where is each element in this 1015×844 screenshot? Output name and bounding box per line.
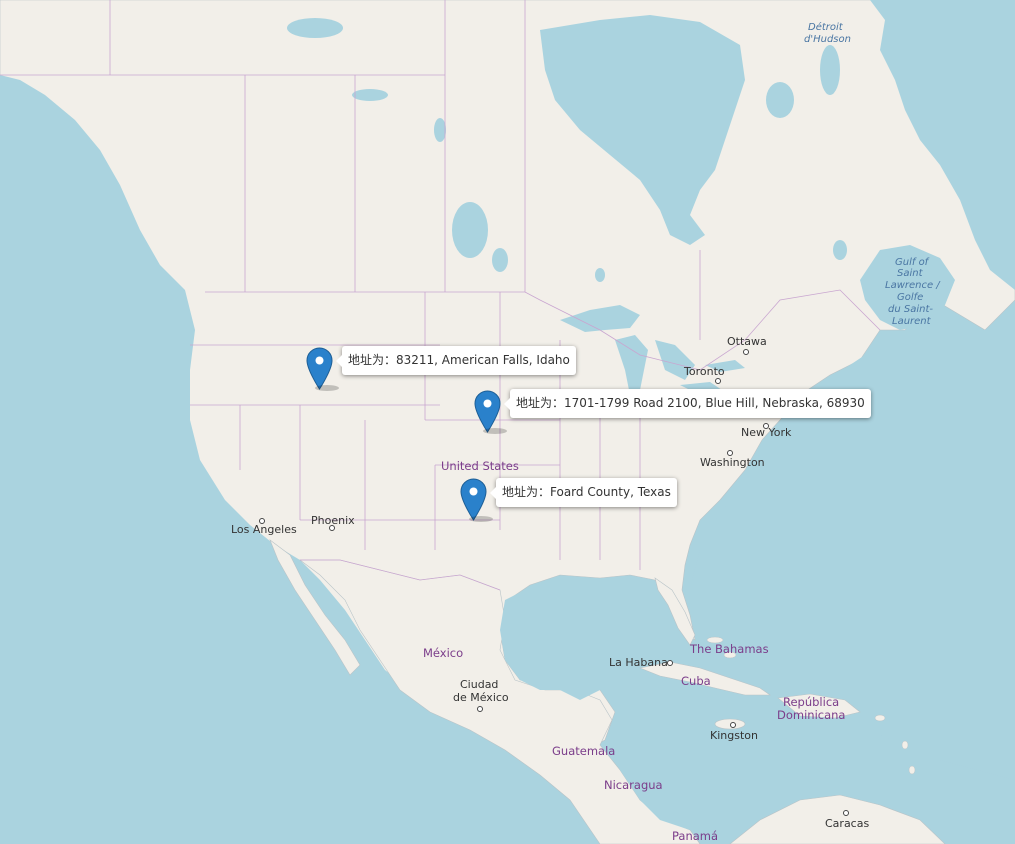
label-gulf-5: du Saint- [888,304,933,315]
label-united-states: United States [441,459,519,473]
label-mexico: México [423,646,464,660]
label-toronto: Toronto [684,365,725,378]
label-la-habana: La Habana [609,656,668,669]
label-gulf-1: Gulf of [895,257,929,268]
label-mexico-city-2: de México [453,691,509,704]
city-dot-caracas [843,810,849,816]
label-caracas: Caracas [825,817,870,830]
label-phoenix: Phoenix [311,514,355,527]
label-gulf-3: Lawrence / [885,280,940,291]
city-dot-mexico-city [477,706,483,712]
label-republica-2: Dominicana [777,708,846,722]
label-hudson-1: Détroit [808,22,843,33]
label-mexico-city-1: Ciudad [460,678,499,691]
label-guatemala: Guatemala [552,744,616,758]
label-panama: Panamá [672,829,719,843]
label-gulf-4: Golfe [897,292,924,303]
city-dot-la-habana [667,660,673,666]
label-los-angeles: Los Angeles [231,523,297,536]
city-dot-toronto [715,378,721,384]
tooltip-idaho: 地址为：83211, American Falls, Idaho [336,346,576,375]
label-hudson-2: d'Hudson [804,34,851,45]
label-cuba: Cuba [681,674,711,688]
city-dot-ottawa [743,349,749,355]
label-ottawa: Ottawa [727,335,767,348]
label-kingston: Kingston [710,729,758,742]
label-the-bahamas: The Bahamas [690,642,769,656]
tooltip-texas: 地址为：Foard County, Texas [490,478,677,507]
city-dot-kingston [730,722,736,728]
label-gulf-2: Saint [897,268,923,279]
map-canvas[interactable] [0,0,1015,844]
tooltip-nebraska: 地址为：1701-1799 Road 2100, Blue Hill, Nebr… [504,389,871,418]
label-gulf-6: Laurent [892,316,931,327]
label-washington: Washington [700,456,765,469]
label-new-york: New York [741,426,792,439]
label-nicaragua: Nicaragua [604,778,663,792]
